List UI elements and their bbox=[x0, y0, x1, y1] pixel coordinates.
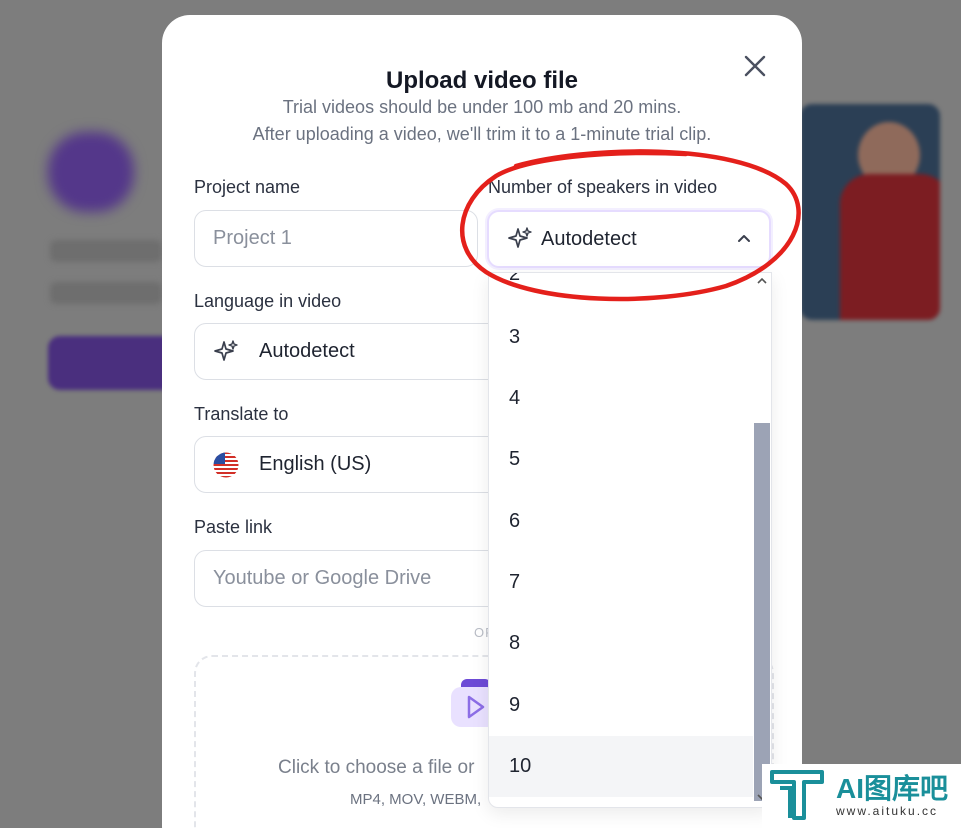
subtitle-line-1: Trial videos should be under 100 mb and … bbox=[282, 97, 682, 117]
watermark-title: AI图库吧 bbox=[836, 773, 949, 804]
speaker-option[interactable]: 5 bbox=[489, 429, 753, 490]
modal-title: Upload video file bbox=[385, 67, 579, 94]
translate-select[interactable]: English (US) bbox=[194, 436, 504, 493]
paste-link-input[interactable]: Youtube or Google Drive bbox=[194, 550, 504, 607]
sparkles-icon bbox=[213, 339, 239, 365]
subtitle-line-2: After uploading a video, we'll trim it t… bbox=[252, 124, 712, 144]
close-icon bbox=[744, 55, 766, 77]
watermark-url: www.aituku.cc bbox=[836, 804, 939, 818]
project-name-input[interactable]: Project 1 bbox=[194, 210, 478, 267]
watermark: AI图库吧 www.aituku.cc bbox=[762, 764, 961, 828]
speakers-dropdown-list[interactable]: 2 3 4 5 6 7 8 9 10 bbox=[488, 272, 772, 808]
background-thumbnail bbox=[800, 104, 940, 320]
speaker-option[interactable]: 4 bbox=[489, 368, 753, 429]
speakers-select[interactable]: Autodetect bbox=[487, 210, 771, 268]
background-text-line bbox=[50, 240, 162, 262]
speakers-value: Autodetect bbox=[541, 227, 637, 250]
translate-label: Translate to bbox=[194, 404, 289, 424]
speaker-option[interactable]: 7 bbox=[489, 552, 753, 613]
sparkles-icon bbox=[507, 226, 533, 252]
speaker-option-highlighted[interactable]: 10 bbox=[489, 736, 753, 797]
language-value: Autodetect bbox=[259, 340, 355, 362]
us-flag-icon bbox=[213, 452, 239, 478]
dropzone-formats: MP4, MOV, WEBM, bbox=[350, 791, 482, 808]
speakers-label: Number of speakers in video bbox=[488, 177, 718, 197]
translate-value: English (US) bbox=[259, 453, 372, 475]
paste-link-placeholder: Youtube or Google Drive bbox=[213, 567, 432, 589]
background-text-line bbox=[50, 282, 162, 304]
speaker-option-partial[interactable]: 2 bbox=[509, 273, 520, 286]
speaker-option[interactable]: 9 bbox=[489, 675, 753, 736]
close-button[interactable] bbox=[740, 51, 770, 81]
speaker-option[interactable]: 8 bbox=[489, 613, 753, 674]
project-name-label: Project name bbox=[194, 177, 301, 197]
dropzone-text: Click to choose a file or bbox=[278, 757, 475, 778]
language-label: Language in video bbox=[194, 291, 342, 311]
speaker-option[interactable]: 6 bbox=[489, 491, 753, 552]
language-select[interactable]: Autodetect bbox=[194, 323, 504, 380]
chevron-up-icon bbox=[738, 235, 750, 242]
paste-link-label: Paste link bbox=[194, 517, 273, 537]
speaker-option[interactable]: 3 bbox=[489, 307, 753, 368]
watermark-logo bbox=[770, 770, 824, 820]
scroll-up-arrow-icon[interactable] bbox=[756, 275, 768, 287]
background-logo bbox=[48, 132, 134, 212]
dropdown-scrollbar[interactable] bbox=[753, 273, 771, 807]
scrollbar-thumb[interactable] bbox=[754, 423, 770, 801]
project-name-placeholder: Project 1 bbox=[213, 227, 292, 249]
